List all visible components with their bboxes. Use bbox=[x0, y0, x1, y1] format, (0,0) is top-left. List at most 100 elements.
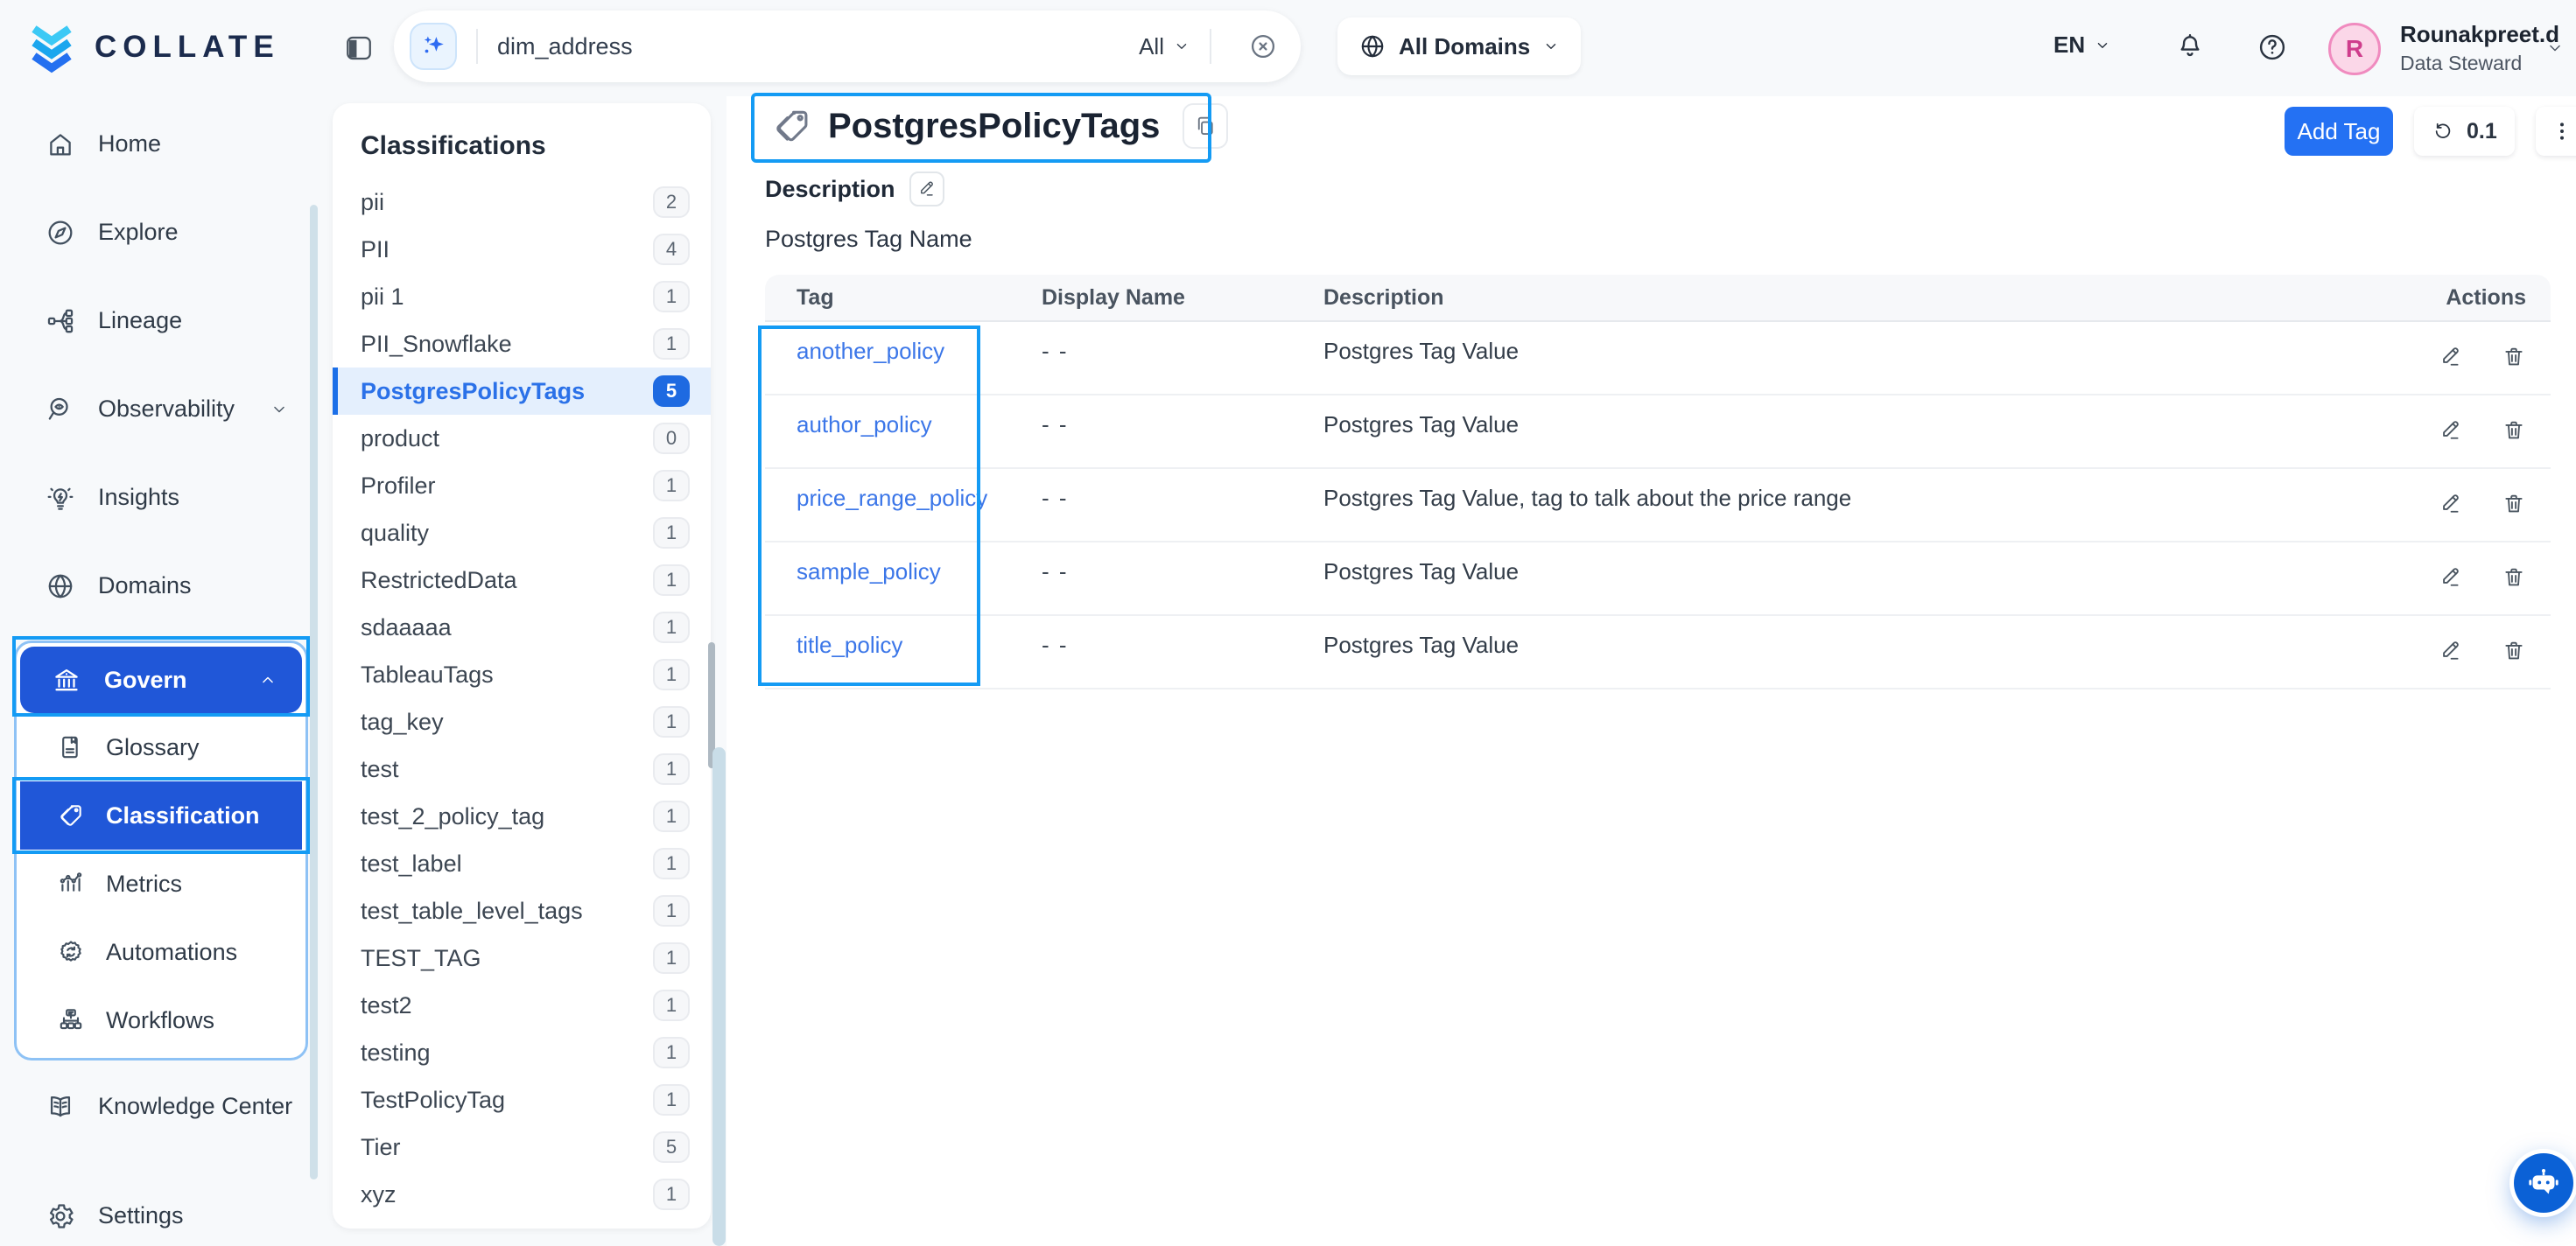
chevron-down-icon bbox=[1542, 38, 1560, 55]
sidebar-item-home[interactable]: Home bbox=[0, 100, 322, 188]
classification-list-item[interactable]: quality 1 bbox=[333, 509, 711, 556]
sidebar-item-classification[interactable]: Classification bbox=[20, 781, 302, 850]
search-scope-label: All bbox=[1139, 33, 1164, 60]
classification-count-badge: 1 bbox=[653, 517, 690, 549]
classification-count-badge: 1 bbox=[653, 753, 690, 785]
sidebar-scrollbar[interactable] bbox=[310, 205, 318, 1180]
user-menu-chevron-icon[interactable] bbox=[2545, 38, 2565, 58]
global-search-bar[interactable]: All bbox=[394, 10, 1301, 82]
classification-list-item[interactable]: product 0 bbox=[333, 415, 711, 462]
classification-list-item[interactable]: test 1 bbox=[333, 746, 711, 793]
classification-list-item[interactable]: xyz 1 bbox=[333, 1171, 711, 1218]
chat-assistant-button[interactable] bbox=[2514, 1153, 2573, 1213]
classification-count-badge: 1 bbox=[653, 848, 690, 879]
classification-list-item[interactable]: TableauTags 1 bbox=[333, 651, 711, 698]
left-sidebar: Home Explore Lineage Observability bbox=[0, 96, 322, 1246]
tag-display-name: - - bbox=[1042, 322, 1323, 365]
classification-list-item[interactable]: test2 1 bbox=[333, 982, 711, 1029]
edit-description-button[interactable] bbox=[909, 172, 944, 206]
more-options-button[interactable] bbox=[2536, 107, 2576, 156]
edit-tag-button[interactable] bbox=[2439, 345, 2463, 369]
classification-list-item[interactable]: Profiler 1 bbox=[333, 462, 711, 509]
column-header-tag: Tag bbox=[765, 285, 1042, 311]
classification-list-item[interactable]: Tier 5 bbox=[333, 1124, 711, 1171]
delete-tag-button[interactable] bbox=[2502, 418, 2526, 443]
classification-list-item[interactable]: sdaaaaa 1 bbox=[333, 604, 711, 651]
window-scrollbar[interactable] bbox=[712, 747, 726, 1246]
sidebar-item-knowledge-center[interactable]: Knowledge Center bbox=[0, 1062, 322, 1151]
classification-name: xyz bbox=[361, 1181, 397, 1208]
sidebar-item-lineage[interactable]: Lineage bbox=[0, 276, 322, 365]
classification-list-item[interactable]: PostgresPolicyTags 5 bbox=[333, 368, 711, 415]
sidebar-label: Classification bbox=[106, 802, 260, 830]
sidebar-item-domains[interactable]: Domains bbox=[0, 542, 322, 630]
avatar-initial: R bbox=[2346, 35, 2363, 63]
delete-tag-button[interactable] bbox=[2502, 345, 2526, 369]
edit-tag-button[interactable] bbox=[2439, 639, 2463, 663]
tag-name-link[interactable]: author_policy bbox=[765, 411, 932, 438]
ai-sparkle-icon[interactable] bbox=[410, 23, 457, 70]
classification-list-item[interactable]: TEST_TAG 1 bbox=[333, 934, 711, 982]
sidebar-item-metrics[interactable]: Metrics bbox=[20, 850, 302, 918]
classification-name: tag_key bbox=[361, 709, 444, 736]
table-header-row: Tag Display Name Description Actions bbox=[765, 275, 2551, 322]
all-domains-dropdown[interactable]: All Domains bbox=[1337, 18, 1581, 75]
home-icon bbox=[46, 130, 75, 159]
sidebar-item-settings[interactable]: Settings bbox=[0, 1172, 322, 1246]
classification-list-item[interactable]: tag_key 1 bbox=[333, 698, 711, 746]
notifications-bell-icon[interactable] bbox=[2174, 32, 2206, 63]
copy-button[interactable] bbox=[1183, 103, 1228, 149]
page-title-row: PostgresPolicyTags bbox=[772, 103, 1228, 149]
column-header-description: Description bbox=[1323, 285, 2341, 311]
sidebar-item-explore[interactable]: Explore bbox=[0, 188, 322, 276]
classification-list-item[interactable]: pii 1 1 bbox=[333, 273, 711, 320]
search-clear-icon[interactable] bbox=[1248, 32, 1278, 61]
sidebar-collapse-icon[interactable] bbox=[343, 33, 375, 63]
language-dropdown[interactable]: EN bbox=[2053, 32, 2111, 59]
tag-name-link[interactable]: price_range_policy bbox=[765, 485, 987, 512]
search-input[interactable] bbox=[497, 33, 1139, 60]
edit-tag-button[interactable] bbox=[2439, 565, 2463, 590]
user-avatar[interactable]: R bbox=[2328, 23, 2381, 75]
tag-display-name: - - bbox=[1042, 469, 1323, 512]
classification-name: pii 1 bbox=[361, 284, 404, 311]
sidebar-item-govern[interactable]: Govern bbox=[20, 647, 302, 713]
tag-name-link[interactable]: another_policy bbox=[765, 338, 944, 365]
delete-tag-button[interactable] bbox=[2502, 492, 2526, 516]
description-label: Description bbox=[765, 176, 895, 203]
user-role: Data Steward bbox=[2400, 52, 2559, 76]
workflows-icon bbox=[57, 1006, 85, 1034]
classification-list-item[interactable]: pii 2 bbox=[333, 178, 711, 226]
classification-name: test_2_policy_tag bbox=[361, 803, 544, 830]
sidebar-item-glossary[interactable]: Glossary bbox=[20, 713, 302, 781]
sidebar-label: Lineage bbox=[98, 307, 182, 334]
classification-list-item[interactable]: PII 4 bbox=[333, 226, 711, 273]
version-button[interactable]: 0.1 bbox=[2414, 107, 2515, 156]
tag-display-name: - - bbox=[1042, 396, 1323, 438]
tag-name-link[interactable]: title_policy bbox=[765, 632, 902, 659]
sidebar-item-observability[interactable]: Observability bbox=[0, 365, 322, 453]
classification-list-item[interactable]: RestrictedData 1 bbox=[333, 556, 711, 604]
sidebar-item-automations[interactable]: Automations bbox=[20, 918, 302, 986]
tag-name-link[interactable]: sample_policy bbox=[765, 558, 941, 585]
classification-name: testing bbox=[361, 1040, 431, 1067]
lineage-icon bbox=[46, 306, 75, 336]
edit-tag-button[interactable] bbox=[2439, 418, 2463, 443]
classification-list-item[interactable]: test_label 1 bbox=[333, 840, 711, 887]
search-scope-dropdown[interactable]: All bbox=[1139, 33, 1190, 60]
delete-tag-button[interactable] bbox=[2502, 565, 2526, 590]
add-tag-button[interactable]: Add Tag bbox=[2285, 107, 2393, 156]
classification-list-item[interactable]: PII_Snowflake 1 bbox=[333, 320, 711, 368]
collate-logo[interactable]: COLLATE bbox=[25, 19, 280, 75]
edit-tag-button[interactable] bbox=[2439, 492, 2463, 516]
classification-list-item[interactable]: test_table_level_tags 1 bbox=[333, 887, 711, 934]
classification-list-item[interactable]: TestPolicyTag 1 bbox=[333, 1076, 711, 1124]
sidebar-item-workflows[interactable]: Workflows bbox=[20, 986, 302, 1054]
delete-tag-button[interactable] bbox=[2502, 639, 2526, 663]
user-menu[interactable]: Rounakpreet.d Data Steward bbox=[2400, 21, 2559, 76]
edit-pencil-icon bbox=[2439, 492, 2463, 516]
help-icon[interactable] bbox=[2257, 32, 2288, 63]
classification-list-item[interactable]: test_2_policy_tag 1 bbox=[333, 793, 711, 840]
sidebar-item-insights[interactable]: Insights bbox=[0, 453, 322, 542]
classification-list-item[interactable]: testing 1 bbox=[333, 1029, 711, 1076]
